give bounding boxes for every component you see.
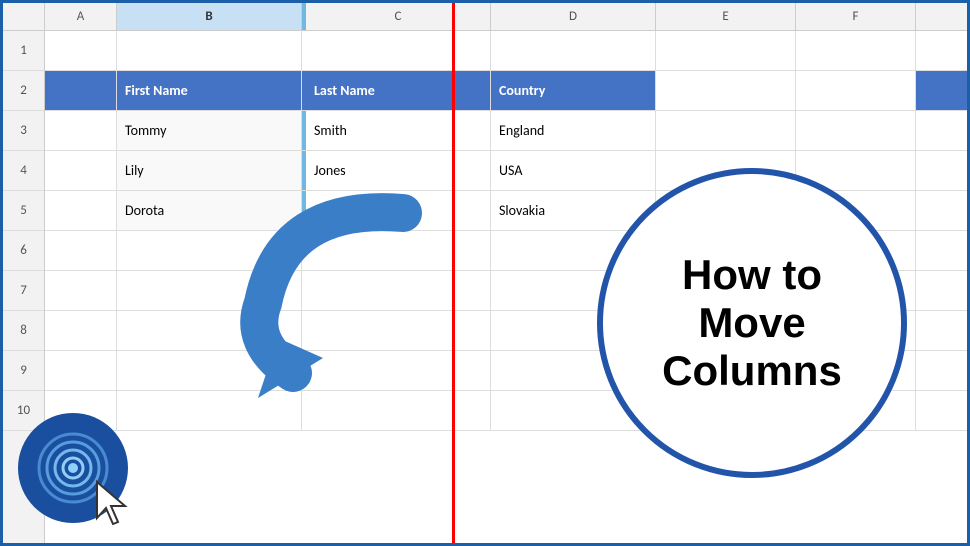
cell-2e (656, 71, 796, 110)
col-header-f: F (796, 3, 916, 30)
cursor-icon (93, 480, 133, 528)
cell-3c: Smith (306, 111, 491, 150)
cell-4a (45, 151, 117, 190)
cell-2a (45, 71, 117, 110)
cell-3a (45, 111, 117, 150)
row-num-2: 2 (3, 71, 44, 111)
row-num-3: 3 (3, 111, 44, 151)
cell-1a (45, 31, 117, 70)
cell-2d: Country (491, 71, 656, 110)
cell-2c: Last Name (306, 71, 491, 110)
col-header-a: A (45, 3, 117, 30)
cell-1c (306, 31, 491, 70)
cell-2b: First Name (117, 71, 302, 110)
how-to-move-columns-circle: How to Move Columns (597, 168, 907, 478)
row-num-7: 7 (3, 271, 44, 311)
table-row: Lily Jones USA (45, 151, 967, 191)
cell-7a (45, 271, 117, 310)
screenshot-container: A B C D E F 1 2 3 4 5 6 7 8 9 10 (0, 0, 970, 546)
cell-9a (45, 351, 117, 390)
cell-1e (656, 31, 796, 70)
col-header-c: C (306, 3, 491, 30)
column-headers: A B C D E F (45, 3, 967, 31)
cell-3d: England (491, 111, 656, 150)
row-num-4: 4 (3, 151, 44, 191)
cell-3e (656, 111, 796, 150)
circle-text-line3: Columns (662, 347, 842, 395)
circle-text-line1: How to (682, 251, 822, 299)
row-num-9: 9 (3, 351, 44, 391)
col-header-b: B (117, 3, 302, 30)
row-num-8: 8 (3, 311, 44, 351)
corner-cell (3, 3, 44, 31)
table-row: First Name Last Name Country (45, 71, 967, 111)
table-row: Tommy Smith England (45, 111, 967, 151)
cell-4d: USA (491, 151, 656, 190)
cell-6a (45, 231, 117, 270)
cell-5a (45, 191, 117, 230)
cell-1b (117, 31, 302, 70)
cell-3f (796, 111, 916, 150)
cell-8a (45, 311, 117, 350)
table-row (45, 31, 967, 71)
cell-1f (796, 31, 916, 70)
col-header-e: E (656, 3, 796, 30)
cell-1d (491, 31, 656, 70)
cell-3b: Tommy (117, 111, 302, 150)
blue-arrow-icon (203, 183, 463, 403)
row-num-1: 1 (3, 31, 44, 71)
row-num-6: 6 (3, 231, 44, 271)
row-num-5: 5 (3, 191, 44, 231)
circle-text-line2: Move (698, 299, 805, 347)
cell-2f (796, 71, 916, 110)
col-header-d: D (491, 3, 656, 30)
